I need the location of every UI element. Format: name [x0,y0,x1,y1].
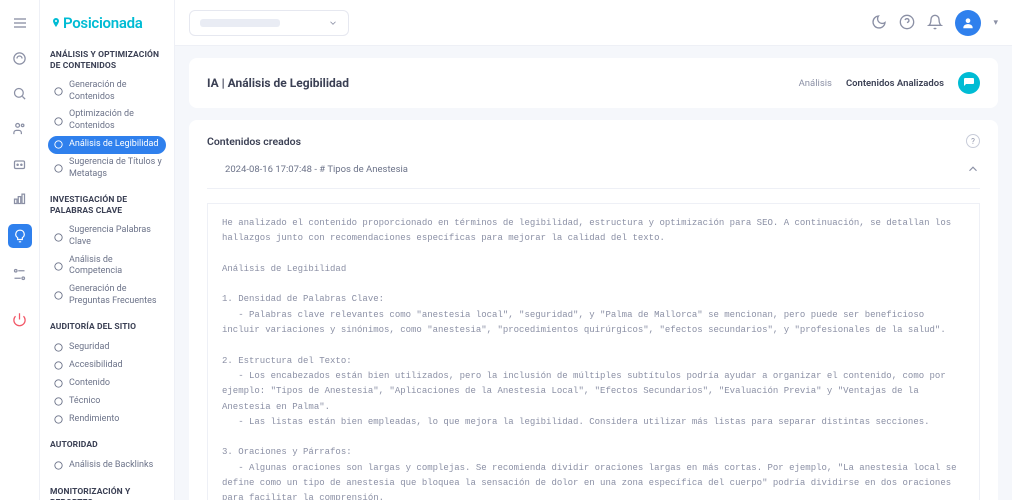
page-header-card: IA | Análisis de Legibilidad Análisis Co… [189,58,998,108]
menu-icon[interactable] [11,14,29,32]
search-icon[interactable] [11,84,29,102]
nav-item-label: Rendimiento [69,414,119,426]
nav-item[interactable]: Análisis de Competencia [48,252,166,281]
nav-item[interactable]: Rendimiento [48,410,166,428]
nav-item-label: Seguridad [69,342,109,354]
settings-icon[interactable] [11,265,29,283]
nav-item[interactable]: Optimización de Contenidos [48,106,166,135]
moon-icon[interactable] [871,14,889,32]
users-icon[interactable] [11,119,29,137]
tab-analisis[interactable]: Análisis [799,78,832,89]
nav-item-label: Técnico [69,396,100,408]
nav-item-label: Análisis de Legibilidad [69,139,158,151]
chat-bubble-icon[interactable] [958,72,980,94]
nav-item-label: Generación de Contenidos [69,80,162,103]
nav-item-label: Generación de Preguntas Frecuentes [69,284,162,307]
nav-item[interactable]: Seguridad [48,338,166,356]
tab-contenidos[interactable]: Contenidos Analizados [846,78,944,89]
robot-icon[interactable] [11,154,29,172]
help-icon[interactable] [899,14,917,32]
nav-group-title: AUDITORÍA DEL SITIO [50,322,166,333]
page-title: IA | Análisis de Legibilidad [207,76,349,90]
avatar[interactable] [955,10,981,36]
nav-group-title: MONITORIZACIÓN Y REPORTES [50,487,166,500]
section-help-icon[interactable]: ? [966,134,980,148]
nav-item-label: Sugerencia de Títulos y Metatags [69,157,162,180]
nav-group-title: ANÁLISIS Y OPTIMIZACIÓN DE CONTENIDOS [50,50,166,72]
chart-icon[interactable] [11,189,29,207]
nav-item[interactable]: Generación de Preguntas Frecuentes [48,281,166,310]
dashboard-icon[interactable] [11,49,29,67]
nav-item[interactable]: Análisis de Backlinks [48,457,166,475]
project-dropdown[interactable] [189,10,349,36]
topbar: ▾ [175,0,1012,46]
content-card: Contenidos creados ? 2024-08-16 17:07:48… [189,120,998,500]
brand-logo[interactable]: Posicionada [50,14,166,32]
sidebar: Posicionada ANÁLISIS Y OPTIMIZACIÓN DE C… [40,0,175,500]
section-heading: Contenidos creados [207,135,301,148]
nav-item[interactable]: Sugerencia de Títulos y Metatags [48,154,166,183]
nav-group-title: AUTORIDAD [50,440,166,451]
entry-title: 2024-08-16 17:07:48 - # Tipos de Anestes… [207,164,408,175]
nav-item[interactable]: Técnico [48,392,166,410]
left-rail [0,0,40,500]
entry-body: He analizado el contenido proporcionado … [207,203,980,500]
nav-item-label: Optimización de Contenidos [69,109,162,132]
nav-item-label: Contenido [69,378,110,390]
nav-item-label: Sugerencia Palabras Clave [69,225,162,248]
power-icon[interactable] [11,310,29,328]
main-area: ▾ IA | Análisis de Legibilidad Análisis … [175,0,1012,500]
nav-group-title: INVESTIGACIÓN DE PALABRAS CLAVE [50,195,166,217]
brand-text: Posicionada [63,14,142,32]
nav-item[interactable]: Análisis de Legibilidad [48,136,166,154]
bulb-icon[interactable] [8,224,32,248]
bell-icon[interactable] [927,14,945,32]
nav-item[interactable]: Accesibilidad [48,356,166,374]
nav-item[interactable]: Sugerencia Palabras Clave [48,222,166,251]
nav-item-label: Análisis de Backlinks [69,460,153,472]
nav-item-label: Análisis de Competencia [69,255,162,278]
entry-toggle[interactable]: 2024-08-16 17:07:48 - # Tipos de Anestes… [207,162,980,189]
nav-item-label: Accesibilidad [69,360,123,372]
chevron-up-icon [966,162,980,176]
avatar-chevron-icon[interactable]: ▾ [993,18,998,28]
nav-item[interactable]: Contenido [48,374,166,392]
nav-item[interactable]: Generación de Contenidos [48,77,166,106]
